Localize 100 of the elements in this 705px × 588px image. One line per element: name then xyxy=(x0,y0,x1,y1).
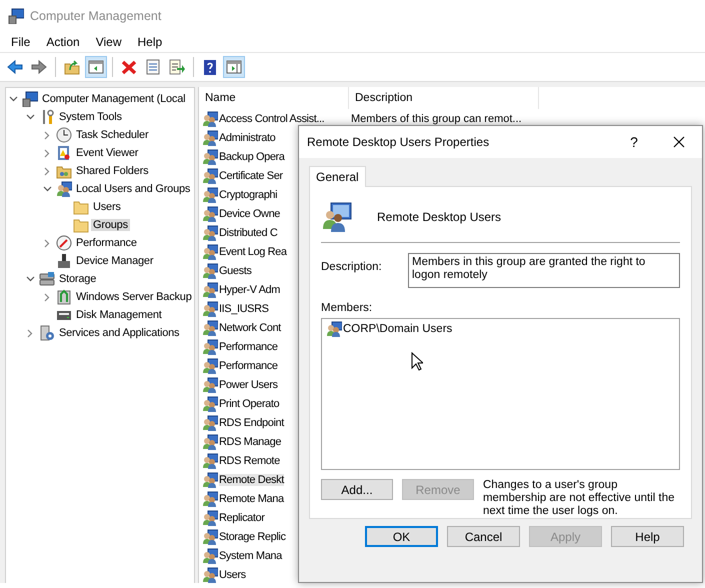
dialog-button[interactable]: Cancel xyxy=(447,526,520,547)
list-item[interactable]: CORP\Domain Users xyxy=(343,322,452,335)
list-item[interactable]: Cryptographi xyxy=(219,188,278,200)
list-item[interactable]: Performance xyxy=(219,340,278,352)
list-item[interactable]: Backup Opera xyxy=(219,150,285,162)
computer-icon xyxy=(22,91,38,107)
menu-item[interactable]: File xyxy=(3,35,38,49)
tree-item[interactable]: Event Viewer xyxy=(74,147,140,159)
chevron-right-icon[interactable] xyxy=(44,166,50,176)
list-item[interactable]: Print Operato xyxy=(219,398,280,410)
menu-item[interactable]: Help xyxy=(130,35,170,49)
tree-item[interactable]: Services and Applications xyxy=(57,327,182,339)
folder-icon xyxy=(73,217,89,233)
tab[interactable]: General xyxy=(309,166,366,187)
menu-item[interactable]: Action xyxy=(38,35,88,49)
tree-item[interactable]: Disk Management xyxy=(74,309,164,321)
column-header[interactable]: Description xyxy=(349,87,539,109)
chevron-right-icon[interactable] xyxy=(44,148,50,158)
list-item[interactable]: Storage Replic xyxy=(219,530,286,542)
panel-button[interactable] xyxy=(223,56,245,78)
group-icon xyxy=(202,490,218,506)
group-icon xyxy=(202,130,218,146)
list-item[interactable]: IIS_IUSRS xyxy=(219,302,269,314)
list-item[interactable]: Power Users xyxy=(219,378,278,390)
computer-icon xyxy=(8,8,24,24)
window-title: Computer Management xyxy=(30,9,162,23)
tree-item[interactable]: System Tools xyxy=(57,111,124,123)
column-header[interactable]: Name xyxy=(199,87,349,109)
chevron-down-icon[interactable] xyxy=(8,96,18,102)
tree-item[interactable]: Local Users and Groups xyxy=(74,183,192,195)
group-icon xyxy=(202,548,218,564)
members-list[interactable]: CORP\Domain Users xyxy=(321,318,680,470)
tree-item[interactable]: Storage xyxy=(57,273,98,285)
chevron-right-icon[interactable] xyxy=(44,292,50,302)
menu-item[interactable]: View xyxy=(88,35,130,49)
group-icon xyxy=(202,414,218,430)
cursor-icon xyxy=(411,352,423,371)
list-item[interactable]: Performance xyxy=(219,360,278,372)
list-item[interactable]: Users xyxy=(219,568,246,580)
group-icon xyxy=(202,262,218,278)
list-item[interactable]: Certificate Ser xyxy=(219,170,283,182)
panel-button[interactable] xyxy=(85,56,107,78)
group-icon xyxy=(202,338,218,354)
list-item[interactable]: Remote Mana xyxy=(219,492,284,504)
backup-icon xyxy=(56,289,72,305)
group-icon xyxy=(202,472,218,488)
field-label: Members: xyxy=(321,302,374,314)
group-icon xyxy=(202,320,218,336)
services-icon xyxy=(39,325,55,341)
dialog-title: Remote Desktop Users Properties xyxy=(307,135,490,149)
group-icon xyxy=(202,566,218,582)
help-button[interactable]: ? xyxy=(612,133,656,151)
chevron-right-icon[interactable] xyxy=(44,238,50,248)
list-item[interactable]: Administrato xyxy=(219,132,276,144)
description-field[interactable]: Members in this group are granted the right to logon remotely xyxy=(408,252,680,288)
list-item[interactable]: System Mana xyxy=(219,550,282,562)
log-icon xyxy=(56,145,72,161)
dialog-button[interactable]: OK xyxy=(365,526,438,547)
group-icon xyxy=(202,396,218,412)
group-icon xyxy=(202,282,218,298)
tree-item[interactable]: Windows Server Backup xyxy=(74,291,194,303)
list-item[interactable]: RDS Remote xyxy=(219,454,280,466)
tree-item[interactable]: Users xyxy=(91,201,123,213)
tree-item[interactable]: Computer Management (Local xyxy=(40,93,188,105)
dialog-button[interactable]: Help xyxy=(611,526,684,547)
group-icon xyxy=(202,244,218,260)
list-item[interactable]: Network Cont xyxy=(219,322,281,334)
list-item[interactable]: RDS Endpoint xyxy=(219,416,284,428)
chevron-right-icon[interactable] xyxy=(44,130,50,140)
chevron-down-icon[interactable] xyxy=(26,276,34,282)
list-item[interactable]: Guests xyxy=(219,264,252,276)
list-item[interactable]: Access Control Assist... xyxy=(219,112,324,124)
device-icon xyxy=(56,253,72,269)
list-item[interactable]: Remote Deskt xyxy=(219,474,284,486)
tree-item[interactable]: Shared Folders xyxy=(74,165,150,177)
note-text: Changes to a user's group membership are not effective until the next time the user logs on. xyxy=(482,479,676,518)
tree-item[interactable]: Performance xyxy=(74,237,139,249)
chevron-down-icon[interactable] xyxy=(42,186,52,192)
list-item[interactable]: Hyper-V Adm xyxy=(219,284,280,296)
users-icon xyxy=(56,181,72,197)
group-icon xyxy=(202,110,218,126)
tree-item[interactable]: Task Scheduler xyxy=(74,129,150,141)
close-icon[interactable] xyxy=(673,136,685,148)
chevron-right-icon[interactable] xyxy=(27,328,33,338)
gauge-icon xyxy=(56,235,72,251)
list-item[interactable]: Replicator xyxy=(219,512,265,524)
list-item[interactable]: Distributed C xyxy=(219,226,278,238)
list-item[interactable]: RDS Manage xyxy=(219,436,282,448)
add-button[interactable]: Add... xyxy=(321,479,393,500)
group-icon xyxy=(202,300,218,316)
tree-item[interactable]: Groups xyxy=(91,219,130,231)
group-icon xyxy=(202,206,218,222)
group-icon xyxy=(202,510,218,526)
list-item[interactable]: Device Owne xyxy=(219,208,280,220)
storage-icon xyxy=(39,271,55,287)
chevron-down-icon[interactable] xyxy=(26,114,34,120)
folder-icon xyxy=(73,199,89,215)
list-item[interactable]: Event Log Rea xyxy=(219,246,287,258)
group-icon xyxy=(202,528,218,544)
tree-item[interactable]: Device Manager xyxy=(74,255,156,267)
